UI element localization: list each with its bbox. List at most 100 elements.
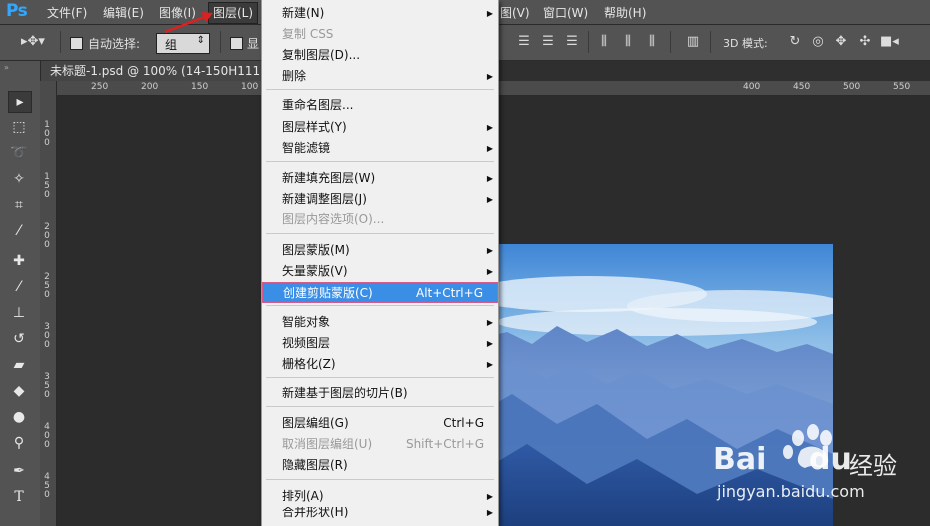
- menu-item-smart-object[interactable]: 智能对象 ▶: [262, 312, 498, 333]
- 3d-roll-icon[interactable]: ◎: [809, 34, 827, 50]
- auto-select-label: 自动选择:: [88, 37, 141, 51]
- menu-item-video-layers[interactable]: 视频图层 ▶: [262, 333, 498, 354]
- menu-item-ungroup-layers: 取消图层编组(U) Shift+Ctrl+G: [262, 434, 498, 455]
- menu-item-new-fill-layer[interactable]: 新建填充图层(W) ▶: [262, 168, 498, 189]
- submenu-arrow-icon: ▶: [486, 246, 493, 255]
- menu-item-shortcut: Alt+Ctrl+G: [415, 286, 483, 300]
- healing-brush-tool-icon[interactable]: ✚: [8, 251, 30, 271]
- ruler-label: 200: [141, 82, 159, 92]
- ruler-label: 500: [843, 82, 861, 92]
- 3d-pan-icon[interactable]: ✥: [832, 34, 850, 50]
- 3d-slide-icon[interactable]: ✣: [856, 34, 874, 50]
- menu-item-rename-layer[interactable]: 重命名图层...: [262, 95, 498, 116]
- submenu-arrow-icon: ▶: [486, 174, 493, 183]
- watermark-brand: Bai: [713, 442, 767, 477]
- submenu-arrow-icon: ▶: [486, 339, 493, 348]
- menu-item-label: 图层样式(Y): [282, 120, 347, 134]
- menu-item-label: 矢量蒙版(V): [282, 264, 348, 278]
- menu-item-hide-layers[interactable]: 隐藏图层(R): [262, 455, 498, 476]
- submenu-arrow-icon: ▶: [486, 318, 493, 327]
- auto-select-checkbox[interactable]: [70, 37, 83, 50]
- submenu-arrow-icon: ▶: [486, 492, 493, 501]
- show-transform-label: 显: [247, 37, 260, 51]
- align-vcenter-icon[interactable]: ☰: [539, 34, 557, 50]
- menu-separator: [266, 233, 494, 234]
- magic-wand-tool-icon[interactable]: ✧: [8, 169, 30, 189]
- eyedropper-tool-icon[interactable]: ⁄: [8, 221, 30, 241]
- annotation-arrow-icon: [164, 12, 213, 34]
- history-brush-tool-icon[interactable]: ↺: [8, 329, 30, 349]
- menu-item-label: 智能对象: [282, 315, 331, 329]
- menu-item-shortcut: Ctrl+G: [443, 416, 484, 430]
- align-right-icon[interactable]: ⫼: [643, 34, 661, 50]
- 3d-rotate-icon[interactable]: ↻: [786, 34, 804, 50]
- auto-align-icon[interactable]: ▥: [684, 34, 702, 50]
- ruler-label: 450: [793, 82, 811, 92]
- brush-tool-icon[interactable]: ⁄: [8, 277, 30, 297]
- dodge-tool-icon[interactable]: ⚲: [8, 433, 30, 453]
- menu-item-label: 图层蒙版(M): [282, 243, 350, 257]
- blur-tool-icon[interactable]: ●: [8, 407, 30, 427]
- vertical-ruler: 1 0 0 1 5 0 2 0 0 2 5 0 3 0 0 3 5 0 4 0 …: [40, 81, 57, 526]
- menu-item-arrange[interactable]: 排列(A) ▶: [262, 486, 498, 507]
- menu-window[interactable]: 窗口(W): [543, 4, 588, 21]
- menu-item-label: 删除: [282, 69, 307, 83]
- menu-file[interactable]: 文件(F): [47, 4, 87, 21]
- show-transform-checkbox[interactable]: [230, 37, 243, 50]
- separator: [710, 31, 711, 53]
- menu-item-new-adjustment-layer[interactable]: 新建调整图层(J) ▶: [262, 189, 498, 210]
- align-top-icon[interactable]: ☰: [515, 34, 533, 50]
- menu-edit[interactable]: 编辑(E): [103, 4, 144, 21]
- align-hcenter-icon[interactable]: ⫼: [619, 34, 637, 50]
- menu-item-group-layers[interactable]: 图层编组(G) Ctrl+G: [262, 413, 498, 434]
- menu-item-combine-shapes[interactable]: 合并形状(H) ▶: [262, 507, 498, 526]
- panel-collapse-icon[interactable]: »: [4, 63, 9, 72]
- ruler-label: 1 0 0: [44, 120, 50, 148]
- move-tool-icon[interactable]: ▸✥▾: [20, 34, 46, 50]
- ruler-label: 1 5 0: [44, 172, 50, 200]
- menu-view[interactable]: 图(V): [500, 4, 530, 21]
- menu-item-label: 重命名图层...: [282, 98, 354, 112]
- clone-stamp-tool-icon[interactable]: ⊥: [8, 303, 30, 323]
- type-tool-icon[interactable]: T: [8, 487, 30, 507]
- menu-item-label: 排列(A): [282, 489, 324, 503]
- move-tool-icon[interactable]: ▸: [8, 91, 32, 113]
- menu-separator: [266, 479, 494, 480]
- menu-item-vector-mask[interactable]: 矢量蒙版(V) ▶: [262, 261, 498, 282]
- menu-item-layer-content-options: 图层内容选项(O)...: [262, 209, 498, 230]
- menu-item-label: 复制图层(D)...: [282, 48, 361, 62]
- menu-item-new-layer-based-slice[interactable]: 新建基于图层的切片(B): [262, 383, 498, 404]
- document-tab[interactable]: 未标题-1.psd @ 100% (14-150H11151: [40, 61, 286, 81]
- menu-item-layer-style[interactable]: 图层样式(Y) ▶: [262, 117, 498, 138]
- align-bottom-icon[interactable]: ☰: [563, 34, 581, 50]
- eraser-tool-icon[interactable]: ▰: [8, 355, 30, 375]
- menu-item-layer-mask[interactable]: 图层蒙版(M) ▶: [262, 240, 498, 261]
- watermark-jingyan: 经验: [849, 452, 897, 480]
- separator: [588, 31, 589, 53]
- submenu-arrow-icon: ▶: [486, 195, 493, 204]
- photoshop-logo: Ps: [6, 1, 28, 21]
- align-left-icon[interactable]: ⫼: [595, 34, 613, 50]
- menu-item-delete[interactable]: 删除 ▶: [262, 66, 498, 87]
- submenu-arrow-icon: ▶: [486, 267, 493, 276]
- 3d-scale-icon[interactable]: ■◂: [880, 34, 899, 50]
- menu-item-duplicate-layer[interactable]: 复制图层(D)...: [262, 45, 498, 66]
- marquee-tool-icon[interactable]: ⬚: [8, 117, 30, 137]
- menu-separator: [266, 89, 494, 90]
- submenu-arrow-icon: ▶: [486, 123, 493, 132]
- menu-item-label: 图层编组(G): [282, 416, 349, 430]
- menu-separator: [266, 305, 494, 306]
- ruler-label: 100: [241, 82, 259, 92]
- pen-tool-icon[interactable]: ✒: [8, 461, 30, 481]
- menu-help[interactable]: 帮助(H): [604, 4, 646, 21]
- lasso-tool-icon[interactable]: ➰: [8, 143, 30, 163]
- paint-bucket-tool-icon[interactable]: ◆: [8, 381, 30, 401]
- menu-item-create-clipping-mask[interactable]: 创建剪贴蒙版(C) Alt+Ctrl+G: [262, 282, 498, 303]
- crop-tool-icon[interactable]: ⌗: [8, 195, 30, 215]
- ruler-label: 400: [743, 82, 761, 92]
- menu-item-new[interactable]: 新建(N) ▶: [262, 3, 498, 24]
- menu-item-label: 新建调整图层(J): [282, 192, 367, 206]
- menu-item-rasterize[interactable]: 栅格化(Z) ▶: [262, 354, 498, 375]
- submenu-arrow-icon: ▶: [486, 360, 493, 369]
- menu-item-smart-filter[interactable]: 智能滤镜 ▶: [262, 138, 498, 159]
